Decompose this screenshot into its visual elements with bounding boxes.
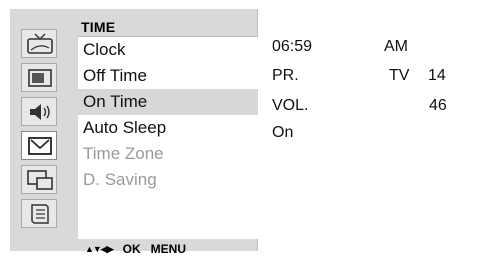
screen-icon[interactable]	[21, 63, 57, 92]
menu-item-clock[interactable]: Clock	[78, 37, 258, 63]
navigation-arrows-icon: ▲▼◀▶	[85, 243, 114, 254]
menu-item-time-zone: Time Zone	[83, 144, 164, 163]
tv-osd-screen: TIME Clock Off Time On Time Auto Sleep T…	[0, 0, 488, 256]
menu-item-on-time[interactable]: On Time	[78, 89, 258, 115]
menu-title: TIME	[81, 19, 116, 35]
book-menu-icon[interactable]	[21, 199, 57, 228]
clock-time-icon[interactable]	[21, 131, 57, 160]
pip-window-icon[interactable]	[21, 165, 57, 194]
menu-item-d-saving: D. Saving	[83, 170, 157, 189]
on-time-status: On	[272, 124, 294, 141]
menu-item-off-time[interactable]: Off Time	[78, 63, 258, 89]
program-source: TV	[389, 67, 410, 84]
clock-time-value: 06:59	[272, 38, 313, 55]
speaker-sound-icon[interactable]	[21, 97, 57, 126]
program-number: 14	[428, 67, 446, 84]
program-label: PR.	[272, 67, 299, 84]
tv-picture-icon[interactable]	[21, 29, 57, 58]
volume-value: 46	[429, 97, 447, 114]
clock-ampm-value: AM	[384, 38, 408, 55]
menu-item-auto-sleep[interactable]: Auto Sleep	[78, 115, 258, 141]
menu-panel: TIME Clock Off Time On Time Auto Sleep T…	[10, 9, 258, 256]
volume-label: VOL.	[272, 97, 309, 114]
time-menu-list: Clock Off Time On Time Auto Sleep Time Z…	[78, 36, 258, 239]
